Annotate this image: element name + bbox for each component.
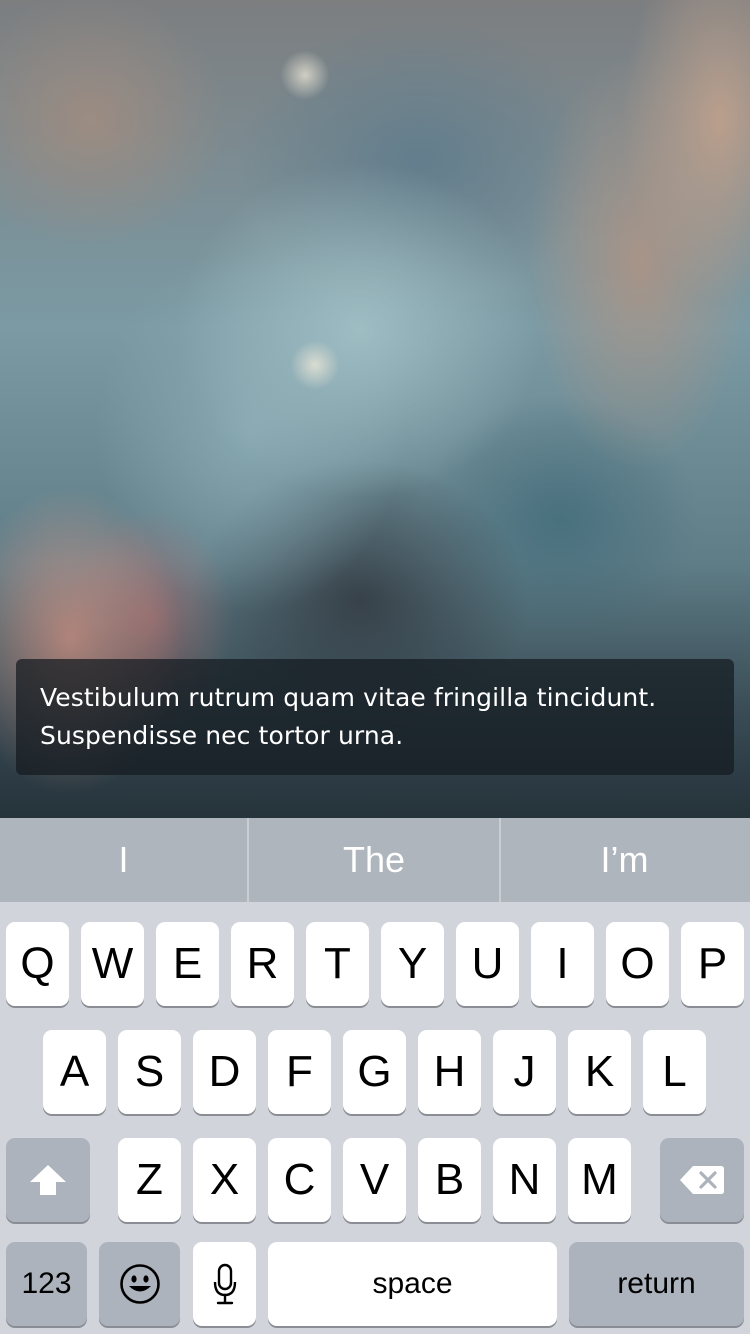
prediction-3[interactable]: I’m	[501, 818, 748, 902]
key-e[interactable]: E	[156, 922, 219, 1006]
key-b[interactable]: B	[418, 1138, 481, 1222]
microphone-icon	[213, 1263, 236, 1305]
key-n[interactable]: N	[493, 1138, 556, 1222]
delete-icon	[680, 1166, 724, 1194]
key-u[interactable]: U	[456, 922, 519, 1006]
key-h[interactable]: H	[418, 1030, 481, 1114]
shift-icon	[30, 1165, 66, 1195]
photo-light-spot	[280, 50, 330, 100]
key-x[interactable]: X	[193, 1138, 256, 1222]
key-c[interactable]: C	[268, 1138, 331, 1222]
prediction-1[interactable]: I	[0, 818, 249, 902]
numbers-key[interactable]: 123	[6, 1242, 87, 1326]
message-bubble[interactable]: Vestibulum rutrum quam vitae fringilla t…	[16, 659, 734, 775]
key-l[interactable]: L	[643, 1030, 706, 1114]
key-k[interactable]: K	[568, 1030, 631, 1114]
key-t[interactable]: T	[306, 922, 369, 1006]
message-line-2: Suspendisse nec tortor urna.	[40, 721, 404, 750]
key-r[interactable]: R	[231, 922, 294, 1006]
emoji-key[interactable]	[99, 1242, 180, 1326]
key-i[interactable]: I	[531, 922, 594, 1006]
return-key[interactable]: return	[569, 1242, 744, 1326]
key-f[interactable]: F	[268, 1030, 331, 1114]
photo-light-spot	[290, 340, 340, 390]
key-a[interactable]: A	[43, 1030, 106, 1114]
predictive-bar: I The I’m	[0, 818, 750, 902]
prediction-2[interactable]: The	[249, 818, 501, 902]
message-line-1: Vestibulum rutrum quam vitae fringilla t…	[40, 683, 657, 712]
keyboard: Q W E R T Y U I O P A S D F G H J K L Z …	[0, 902, 750, 1334]
key-o[interactable]: O	[606, 922, 669, 1006]
key-m[interactable]: M	[568, 1138, 631, 1222]
key-q[interactable]: Q	[6, 922, 69, 1006]
space-key[interactable]: space	[268, 1242, 557, 1326]
key-v[interactable]: V	[343, 1138, 406, 1222]
key-d[interactable]: D	[193, 1030, 256, 1114]
emoji-icon	[119, 1264, 160, 1304]
key-g[interactable]: G	[343, 1030, 406, 1114]
key-s[interactable]: S	[118, 1030, 181, 1114]
key-j[interactable]: J	[493, 1030, 556, 1114]
key-p[interactable]: P	[681, 922, 744, 1006]
key-y[interactable]: Y	[381, 922, 444, 1006]
delete-key[interactable]	[660, 1138, 744, 1222]
key-w[interactable]: W	[81, 922, 144, 1006]
key-z[interactable]: Z	[118, 1138, 181, 1222]
shift-key[interactable]	[6, 1138, 90, 1222]
dictation-key[interactable]	[193, 1242, 256, 1326]
